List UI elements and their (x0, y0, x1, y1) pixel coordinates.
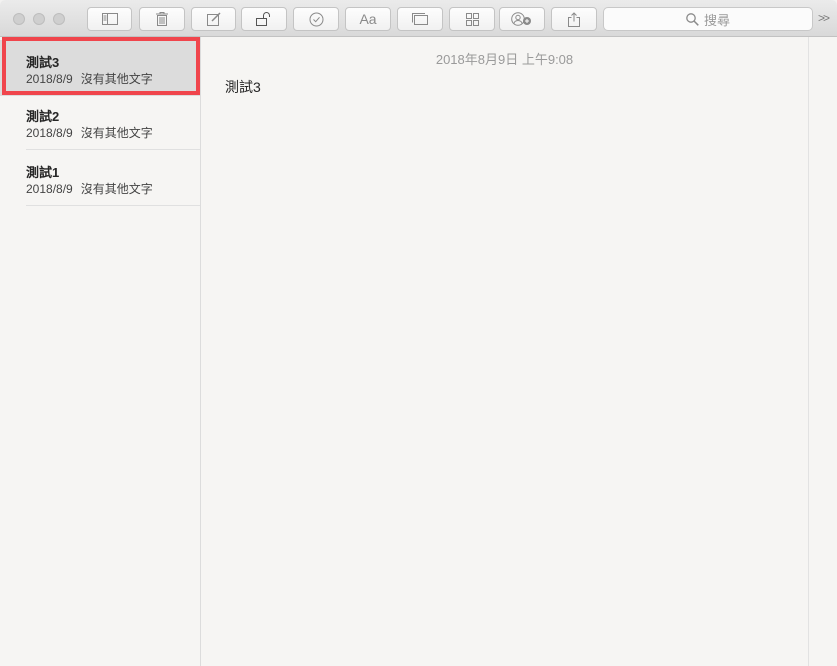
close-window-button[interactable] (13, 13, 25, 25)
note-title: 測試2 (26, 109, 60, 124)
note-editor[interactable]: 2018年8月9日 上午9:08 測試3 (201, 37, 808, 666)
note-list-item[interactable]: 測試1 2018/8/9 沒有其他文字 (0, 150, 200, 206)
note-title: 測試1 (26, 165, 60, 180)
toolbar-overflow-button[interactable]: >> (818, 11, 830, 25)
lock-icon (256, 12, 272, 26)
note-list-item[interactable]: 測試3 2018/8/9 沒有其他文字 (0, 40, 200, 96)
minimize-window-button[interactable] (33, 13, 45, 25)
note-date: 2018/8/9 (26, 182, 73, 196)
note-preview: 沒有其他文字 (80, 182, 153, 196)
note-meta: 2018/8/9 沒有其他文字 (26, 180, 153, 197)
checkmark-circle-icon (309, 12, 324, 27)
notes-window: Aa 搜尋 >> 測試3 2018/8/9 沒有其他文字 測試2 2018/8/… (0, 0, 837, 666)
media-icon (412, 13, 428, 25)
note-body-text[interactable]: 測試3 (225, 77, 261, 97)
note-title: 測試3 (26, 55, 60, 70)
trash-icon (156, 12, 168, 26)
note-date: 2018/8/9 (26, 72, 73, 86)
editor-scroll-area[interactable] (808, 37, 837, 666)
note-list-item[interactable]: 測試2 2018/8/9 沒有其他文字 (0, 94, 200, 150)
note-meta: 2018/8/9 沒有其他文字 (26, 70, 153, 87)
grid-icon (465, 12, 479, 26)
notes-list: 測試3 2018/8/9 沒有其他文字 測試2 2018/8/9 沒有其他文字 測試… (0, 37, 201, 666)
divider (26, 205, 200, 206)
search-field[interactable]: 搜尋 (603, 7, 813, 31)
compose-button[interactable] (191, 7, 236, 31)
note-preview: 沒有其他文字 (80, 126, 153, 140)
format-button[interactable]: Aa (345, 7, 391, 31)
text-format-icon: Aa (359, 11, 377, 27)
lock-button[interactable] (241, 7, 287, 31)
note-date: 2018/8/9 (26, 126, 73, 140)
search-placeholder: 搜尋 (703, 12, 730, 28)
note-meta: 2018/8/9 沒有其他文字 (26, 124, 153, 141)
search-icon (686, 12, 699, 26)
table-button[interactable] (397, 7, 443, 31)
attachments-button[interactable] (449, 7, 495, 31)
add-people-icon (511, 12, 533, 26)
toolbar: Aa 搜尋 >> (0, 0, 837, 37)
zoom-window-button[interactable] (53, 13, 65, 25)
note-preview: 沒有其他文字 (80, 72, 153, 86)
share-button[interactable] (551, 7, 597, 31)
toggle-sidebar-button[interactable] (87, 7, 132, 31)
share-icon (568, 11, 580, 27)
sidebar-icon (101, 13, 118, 25)
delete-button[interactable] (139, 7, 185, 31)
add-people-button[interactable] (499, 7, 545, 31)
checklist-button[interactable] (293, 7, 339, 31)
note-timestamp: 2018年8月9日 上午9:08 (435, 52, 574, 67)
compose-icon (206, 12, 221, 26)
